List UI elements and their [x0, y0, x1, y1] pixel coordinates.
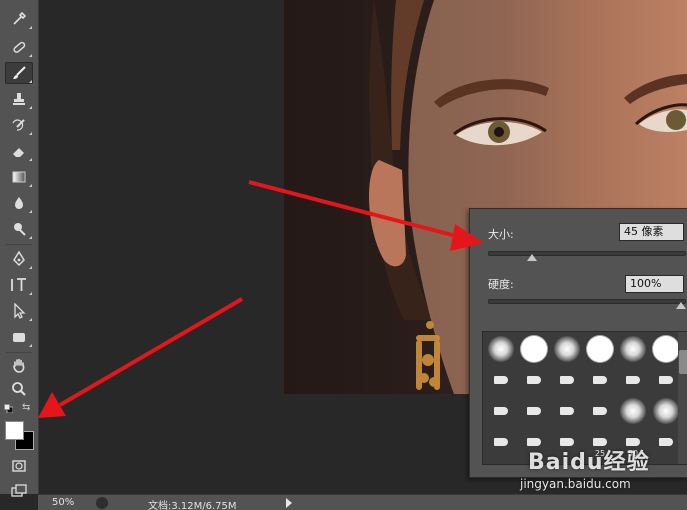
pen-icon[interactable] — [5, 248, 33, 270]
path-selection-icon[interactable] — [5, 300, 33, 322]
photoshop-window: ⇆ 50% 文档:3.12M/6.75M 大小: 45 像素 硬度: 100% — [0, 0, 687, 510]
status-info-icon[interactable] — [96, 497, 108, 509]
blur-icon[interactable] — [5, 192, 33, 214]
foreground-color-swatch[interactable] — [5, 421, 24, 440]
tools-panel: ⇆ — [0, 0, 39, 497]
hand-icon[interactable] — [5, 354, 33, 376]
size-input[interactable]: 45 像素 — [619, 223, 684, 241]
brush-preset-soft-round[interactable] — [618, 397, 648, 425]
type-icon[interactable] — [5, 274, 33, 296]
document-size-info: 文档:3.12M/6.75M — [148, 501, 237, 510]
toolbar-divider — [6, 244, 32, 245]
toolbar-divider — [6, 352, 32, 353]
rectangle-shape-icon[interactable] — [5, 326, 33, 348]
brush-preset-tip[interactable] — [651, 366, 681, 394]
screen-mode-icon[interactable] — [5, 480, 33, 502]
brush-preset-tip[interactable] — [486, 428, 516, 456]
brush-preset-tip[interactable] — [486, 397, 516, 425]
clone-stamp-icon[interactable] — [5, 88, 33, 110]
brush-preset-tip[interactable] — [486, 366, 516, 394]
baidu-watermark: Baidu经验 jingyan.baidu.com — [520, 444, 687, 494]
eyedropper-icon[interactable] — [5, 8, 33, 30]
gradient-icon[interactable] — [5, 166, 33, 188]
brush-preset-soft-round[interactable] — [618, 335, 648, 363]
brush-preset-picker: 大小: 45 像素 硬度: 100% 25 50 — [469, 208, 687, 478]
dodge-icon[interactable] — [5, 218, 33, 240]
brush-preset-hard-round[interactable] — [519, 335, 549, 363]
eraser-icon[interactable] — [5, 140, 33, 162]
healing-brush-icon[interactable] — [5, 36, 33, 58]
brush-preset-soft-round[interactable] — [651, 397, 681, 425]
history-brush-icon[interactable] — [5, 114, 33, 136]
size-slider-thumb[interactable] — [527, 254, 538, 261]
brush-preset-tip[interactable] — [519, 397, 549, 425]
brush-preset-tip[interactable] — [519, 366, 549, 394]
brush-preset-soft-round[interactable] — [552, 335, 582, 363]
brush-preset-tip[interactable] — [585, 397, 615, 425]
brush-icon[interactable] — [5, 62, 33, 84]
size-slider-track[interactable] — [488, 251, 686, 261]
zoom-level[interactable]: 50% — [52, 497, 74, 508]
watermark-url: jingyan.baidu.com — [520, 477, 631, 491]
zoom-icon[interactable] — [5, 378, 33, 400]
size-label: 大小: — [488, 228, 514, 241]
brush-preset-soft-round[interactable] — [486, 335, 516, 363]
status-menu-arrow-icon[interactable] — [286, 498, 292, 508]
watermark-brand: Baidu经验 — [528, 450, 650, 475]
status-bar: 50% 文档:3.12M/6.75M — [38, 494, 687, 510]
hardness-label: 硬度: — [488, 278, 514, 291]
preset-scrollbar-thumb[interactable] — [679, 350, 687, 374]
swap-colors-icon[interactable]: ⇆ — [22, 402, 30, 413]
default-colors-icon[interactable] — [4, 404, 13, 413]
brush-preset-tip[interactable] — [552, 397, 582, 425]
brush-preset-hard-round[interactable] — [585, 335, 615, 363]
brush-preset-tip[interactable] — [552, 366, 582, 394]
hardness-slider-thumb[interactable] — [676, 302, 686, 309]
hardness-input[interactable]: 100% — [625, 275, 684, 293]
brush-preset-tip[interactable] — [585, 366, 615, 394]
quick-mask-icon[interactable] — [5, 455, 33, 477]
annotation-arrow-to-swatch — [38, 297, 244, 418]
hardness-slider-track[interactable] — [488, 299, 686, 309]
brush-preset-tip[interactable] — [618, 366, 648, 394]
brush-preset-hard-round[interactable] — [651, 335, 681, 363]
